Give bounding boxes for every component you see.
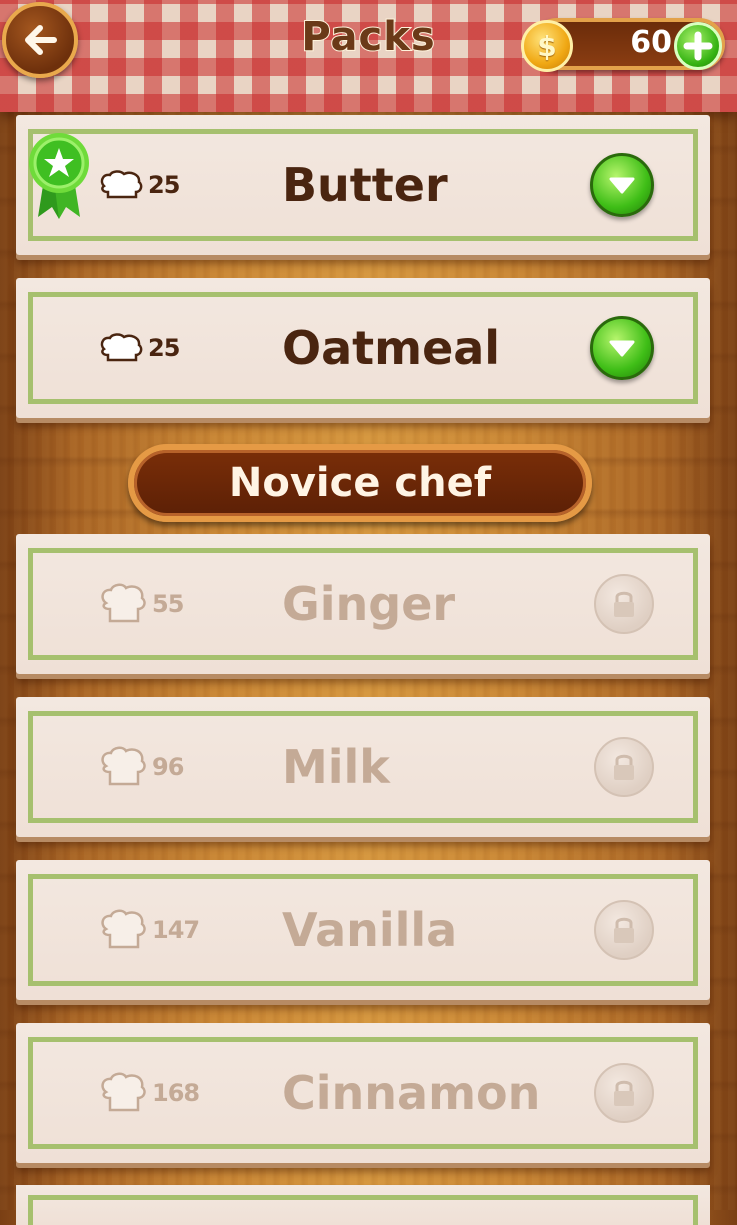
pack-cost-value: 25 [148,334,180,362]
award-ribbon-icon [29,133,89,219]
pack-cost: 96 [98,746,184,788]
chevron-down-icon [609,340,635,357]
pack-card-cinnamon[interactable]: 168 Cinnamon [16,1023,710,1163]
pack-card-vanilla[interactable]: 147 Vanilla [16,860,710,1000]
pack-name: Milk [282,740,390,794]
chevron-down-icon [609,177,635,194]
expand-button[interactable] [590,316,654,380]
section-label-novice-chef: Novice chef [128,444,592,522]
pack-name: Cinnamon [282,1066,541,1120]
pack-name: Ginger [282,577,456,631]
locked-indicator [594,737,654,797]
pack-cost: 147 [98,909,200,951]
chef-hat-icon [100,170,143,199]
locked-indicator [594,1063,654,1123]
expand-button[interactable] [590,153,654,217]
coin-icon: $ [521,20,573,72]
pack-cost: 55 [98,583,184,625]
pack-card-butter[interactable]: 25 Butter [16,115,710,255]
pack-name: Butter [282,158,448,212]
coin-count: 60 [630,25,672,60]
pack-cost-value: 55 [152,590,184,618]
pack-cost-value: 96 [152,753,184,781]
pack-cost-value: 25 [148,171,180,199]
locked-indicator [594,574,654,634]
pack-name: Oatmeal [282,321,501,375]
pack-card-milk[interactable]: 96 Milk [16,697,710,837]
pack-card-oatmeal[interactable]: 25 Oatmeal [16,278,710,418]
lock-icon [614,917,634,943]
locked-indicator [594,900,654,960]
lock-icon [614,1080,634,1106]
pack-cost: 25 [98,170,180,200]
pack-card-partial[interactable] [16,1185,710,1225]
lock-icon [614,754,634,780]
pack-cost-value: 168 [152,1079,200,1107]
pack-cost: 168 [98,1072,200,1114]
chef-hat-icon [101,746,146,786]
pack-card-ginger[interactable]: 55 Ginger [16,534,710,674]
chef-hat-icon [100,333,143,362]
chef-hat-icon [101,909,146,949]
pack-cost-value: 147 [152,916,200,944]
plus-icon [683,31,713,61]
card-frame [28,1195,698,1225]
pack-name: Vanilla [282,903,458,957]
chef-hat-icon [101,583,146,623]
lock-icon [614,591,634,617]
chef-hat-icon [101,1072,146,1112]
add-coins-button[interactable] [674,22,722,70]
pack-cost: 25 [98,333,180,363]
